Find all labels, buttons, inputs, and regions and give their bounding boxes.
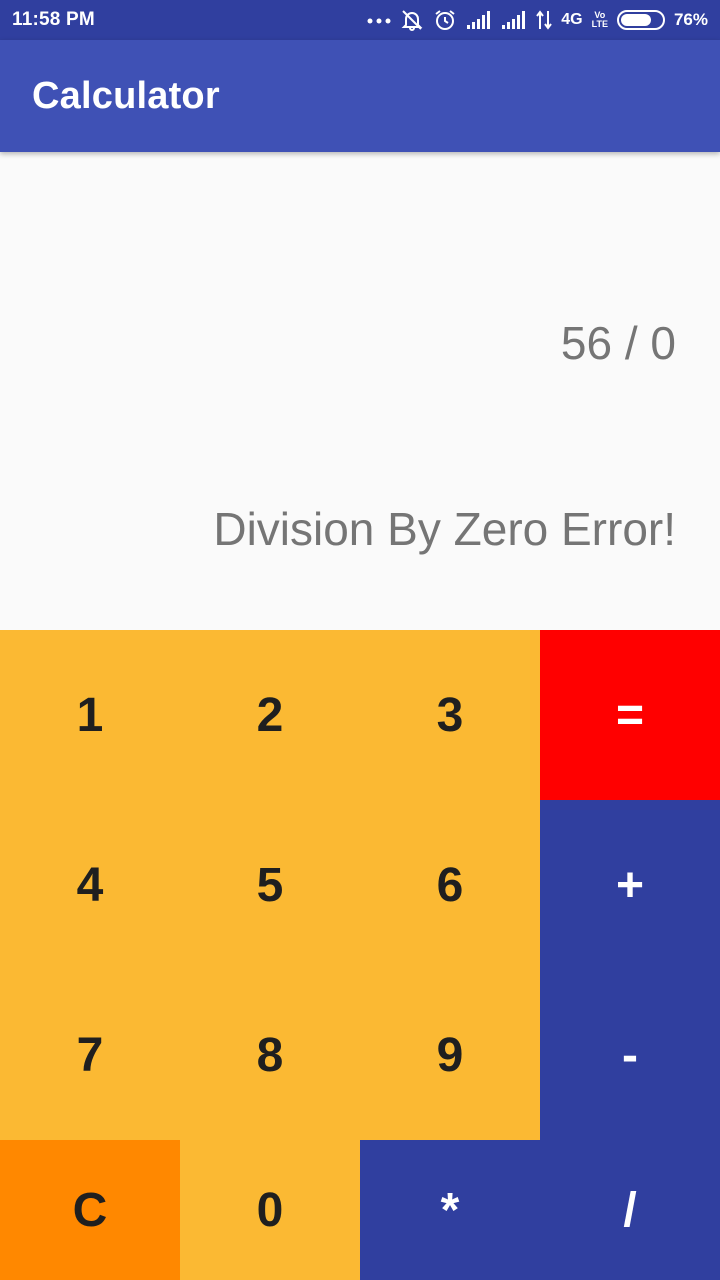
network-type: 4G	[561, 11, 583, 28]
app-title: Calculator	[32, 74, 220, 117]
key-3[interactable]: 3	[360, 630, 540, 800]
signal-icon	[466, 8, 492, 32]
battery-percent: 76%	[673, 10, 708, 29]
equals-button[interactable]: =	[540, 630, 720, 800]
key-8[interactable]: 8	[180, 970, 360, 1140]
multiply-button[interactable]: *	[360, 1140, 540, 1280]
volte-indicator: Vo LTE	[591, 10, 608, 29]
keypad: 1 2 3 = 4 5 6 + 7 8 9 - C 0 * /	[0, 630, 720, 1280]
calculator-display: 56 / 0 Division By Zero Error!	[0, 152, 720, 630]
key-0[interactable]: 0	[180, 1140, 360, 1280]
plus-button[interactable]: +	[540, 800, 720, 970]
key-9[interactable]: 9	[360, 970, 540, 1140]
key-6[interactable]: 6	[360, 800, 540, 970]
data-transfer-icon	[536, 8, 553, 32]
key-5[interactable]: 5	[180, 800, 360, 970]
result-text: Division By Zero Error!	[213, 503, 676, 555]
expression-text: 56 / 0	[560, 317, 676, 369]
clear-button[interactable]: C	[0, 1140, 180, 1280]
battery-level	[620, 14, 652, 26]
signal-icon	[501, 8, 527, 32]
status-time: 11:58 PM	[12, 9, 95, 30]
status-bar: 11:58 PM 4G Vo LTE 76%	[0, 0, 720, 40]
battery-icon	[616, 10, 665, 30]
alarm-icon	[433, 8, 457, 32]
notifications-off-icon	[400, 8, 424, 32]
more-icon	[367, 8, 391, 32]
key-1[interactable]: 1	[0, 630, 180, 800]
app-bar: Calculator	[0, 40, 720, 152]
status-icons: 4G Vo LTE 76%	[367, 8, 708, 32]
key-4[interactable]: 4	[0, 800, 180, 970]
minus-button[interactable]: -	[540, 970, 720, 1140]
divide-button[interactable]: /	[540, 1140, 720, 1280]
key-7[interactable]: 7	[0, 970, 180, 1140]
key-2[interactable]: 2	[180, 630, 360, 800]
